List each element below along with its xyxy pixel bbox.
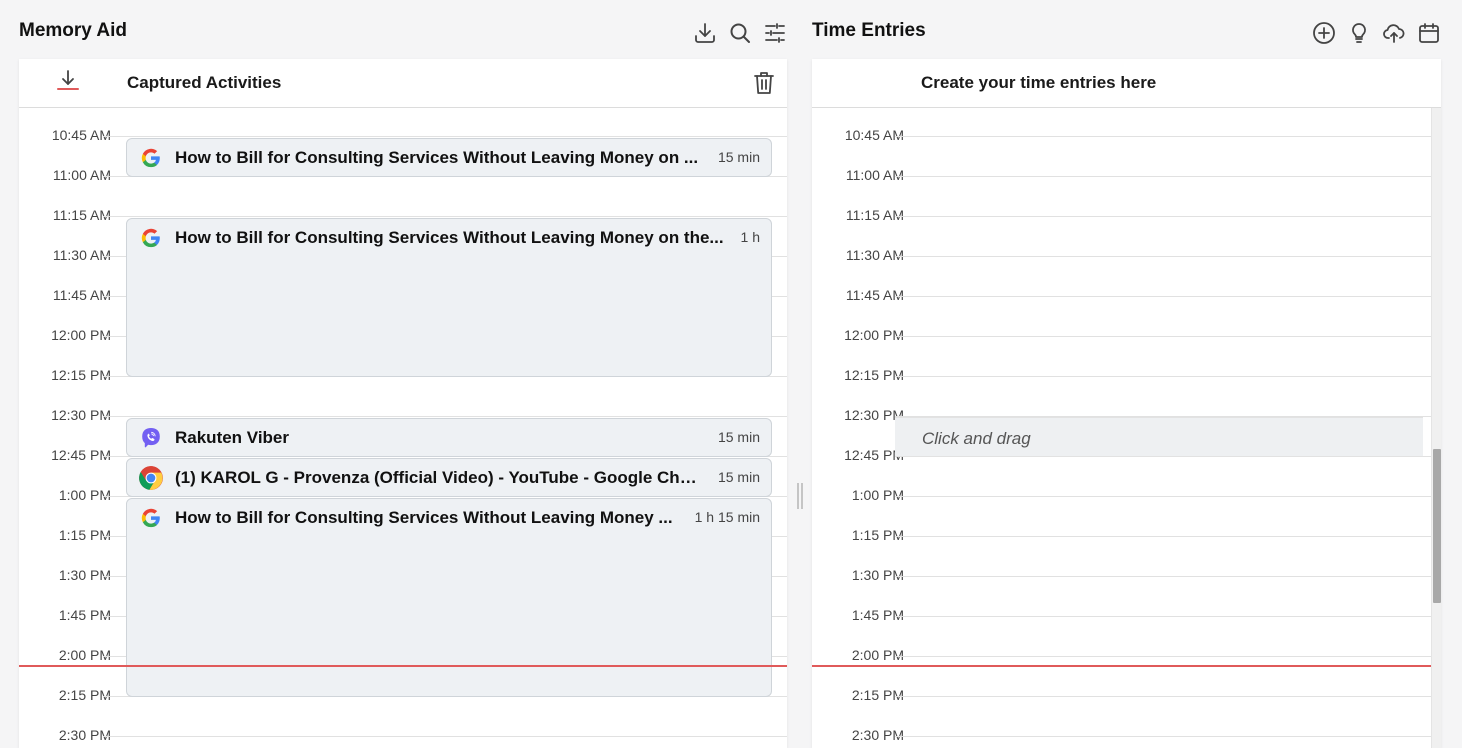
memory-aid-grid-line — [103, 136, 787, 137]
time-entries-grid-line — [895, 376, 1431, 377]
memory-aid-time-label: 12:00 PM — [51, 327, 111, 343]
calendar-icon[interactable] — [1416, 20, 1441, 45]
time-entries-panel: Create your time entries here 10:45 AM 11… — [812, 59, 1441, 748]
time-entries-time-label: 1:00 PM — [851, 487, 904, 503]
activity-duration: 15 min — [717, 429, 760, 445]
memory-aid-toolbar — [692, 20, 787, 45]
memory-aid-grid-line — [103, 216, 787, 217]
filter-sliders-icon[interactable] — [762, 20, 787, 45]
memory-aid-time-label: 1:00 PM — [58, 487, 111, 503]
time-entries-grid-line — [895, 616, 1431, 617]
current-time-indicator — [812, 665, 1441, 667]
google-icon — [138, 225, 164, 251]
time-entries-time-label: 1:30 PM — [851, 567, 904, 583]
memory-aid-grid-line — [103, 416, 787, 417]
time-entries-time-label: 1:15 PM — [851, 527, 904, 543]
activity-duration: 1 h 15 min — [694, 509, 760, 525]
time-entries-time-label: 2:00 PM — [851, 647, 904, 663]
activity-title: How to Bill for Consulting Services With… — [175, 148, 699, 167]
activity-card[interactable]: How to Bill for Consulting Services With… — [126, 498, 772, 697]
memory-aid-time-label: 12:45 PM — [51, 447, 111, 463]
time-entries-time-label: 12:30 PM — [844, 407, 904, 423]
add-circle-icon[interactable] — [1311, 20, 1336, 45]
memory-aid-time-label: 11:45 AM — [52, 287, 111, 303]
time-entries-panel-title: Create your time entries here — [921, 73, 1157, 92]
activity-title: Rakuten Viber — [175, 428, 290, 447]
lightbulb-icon[interactable] — [1346, 20, 1371, 45]
memory-aid-time-label: 12:30 PM — [51, 407, 111, 423]
google-icon — [138, 505, 164, 531]
time-entries-grid-line — [895, 496, 1431, 497]
activity-card[interactable]: How to Bill for Consulting Services With… — [126, 138, 772, 177]
time-entries-timeline[interactable]: 10:45 AM 11:00 AM 11:15 AM 11:30 AM 11:45 AM… — [812, 108, 1441, 748]
captured-activities-timeline[interactable]: 10:45 AM 11:00 AM 11:15 AM 11:30 AM 11:45 AM… — [19, 108, 787, 748]
activity-duration: 15 min — [717, 469, 760, 485]
memory-aid-time-label: 12:15 PM — [51, 367, 111, 383]
captured-activities-panel: Captured Activities 10:45 AM 11:00 AM 11:1… — [19, 59, 787, 748]
time-entries-grid-line — [895, 576, 1431, 577]
cloud-upload-icon[interactable] — [1381, 20, 1406, 45]
click-and-drag-placeholder[interactable]: Click and drag — [895, 417, 1423, 457]
time-entries-grid-line — [895, 136, 1431, 137]
click-and-drag-text: Click and drag — [922, 429, 1031, 448]
memory-aid-title: Memory Aid — [19, 20, 128, 41]
activity-card[interactable]: Rakuten Viber 15 min — [126, 418, 772, 457]
time-entries-time-label: 11:45 AM — [845, 287, 904, 303]
captured-activities-title: Captured Activities — [127, 73, 282, 92]
activity-title: How to Bill for Consulting Services With… — [175, 228, 724, 247]
time-entries-grid-line — [895, 296, 1431, 297]
memory-aid-time-label: 10:45 AM — [51, 127, 111, 143]
panel-resize-handle[interactable] — [796, 483, 804, 509]
time-entries-grid-line — [895, 256, 1431, 257]
time-entries-grid-line — [895, 536, 1431, 537]
chrome-icon — [138, 465, 164, 491]
memory-aid-time-label: 1:45 PM — [58, 607, 111, 623]
scrollbar-thumb[interactable] — [1433, 449, 1441, 603]
time-entries-time-label: 2:30 PM — [851, 727, 904, 743]
time-entries-title: Time Entries — [812, 20, 926, 41]
time-entries-time-label: 1:45 PM — [851, 607, 904, 623]
scrollbar[interactable] — [1431, 108, 1441, 748]
memory-aid-time-label: 2:00 PM — [58, 647, 111, 663]
memory-aid-time-label: 11:30 AM — [52, 247, 111, 263]
time-entries-time-label: 2:15 PM — [851, 687, 904, 703]
time-entries-grid-line — [895, 736, 1431, 737]
time-entries-time-label: 12:00 PM — [844, 327, 904, 343]
time-entries-time-label: 12:45 PM — [844, 447, 904, 463]
memory-aid-time-label: 11:00 AM — [52, 167, 111, 183]
memory-aid-time-label: 1:30 PM — [58, 567, 111, 583]
search-icon[interactable] — [727, 20, 752, 45]
time-entries-time-label: 11:00 AM — [845, 167, 904, 183]
memory-aid-time-label: 2:15 PM — [58, 687, 111, 703]
time-entries-grid-line — [895, 336, 1431, 337]
activity-title: How to Bill for Consulting Services With… — [175, 508, 673, 527]
activity-card[interactable]: (1) KAROL G - Provenza (Official Video) … — [126, 458, 772, 497]
time-entries-time-label: 11:15 AM — [845, 207, 904, 223]
time-entries-time-label: 12:15 PM — [844, 367, 904, 383]
activity-card[interactable]: How to Bill for Consulting Services With… — [126, 218, 772, 377]
download-red-icon[interactable] — [57, 69, 79, 93]
download-icon[interactable] — [692, 20, 717, 45]
viber-icon — [138, 425, 164, 451]
time-entries-grid-line — [895, 656, 1431, 657]
captured-activities-header: Captured Activities — [19, 59, 787, 108]
time-entries-time-label: 10:45 AM — [844, 127, 904, 143]
current-time-indicator — [19, 665, 787, 667]
time-entries-grid-line — [895, 216, 1431, 217]
memory-aid-time-label: 11:15 AM — [52, 207, 111, 223]
activity-title: (1) KAROL G - Provenza (Official Video) … — [175, 468, 697, 487]
memory-aid-time-label: 2:30 PM — [58, 727, 111, 743]
time-entries-header: Create your time entries here — [812, 59, 1441, 108]
time-entries-toolbar — [1311, 20, 1441, 45]
google-icon — [138, 145, 164, 171]
time-entries-grid-line — [895, 696, 1431, 697]
activity-duration: 15 min — [717, 149, 760, 165]
activity-duration: 1 h — [740, 229, 760, 245]
time-entries-time-label: 11:30 AM — [845, 247, 904, 263]
time-entries-grid-line — [895, 176, 1431, 177]
memory-aid-grid-line — [103, 736, 787, 737]
trash-icon[interactable] — [753, 71, 775, 95]
memory-aid-time-label: 1:15 PM — [58, 527, 111, 543]
